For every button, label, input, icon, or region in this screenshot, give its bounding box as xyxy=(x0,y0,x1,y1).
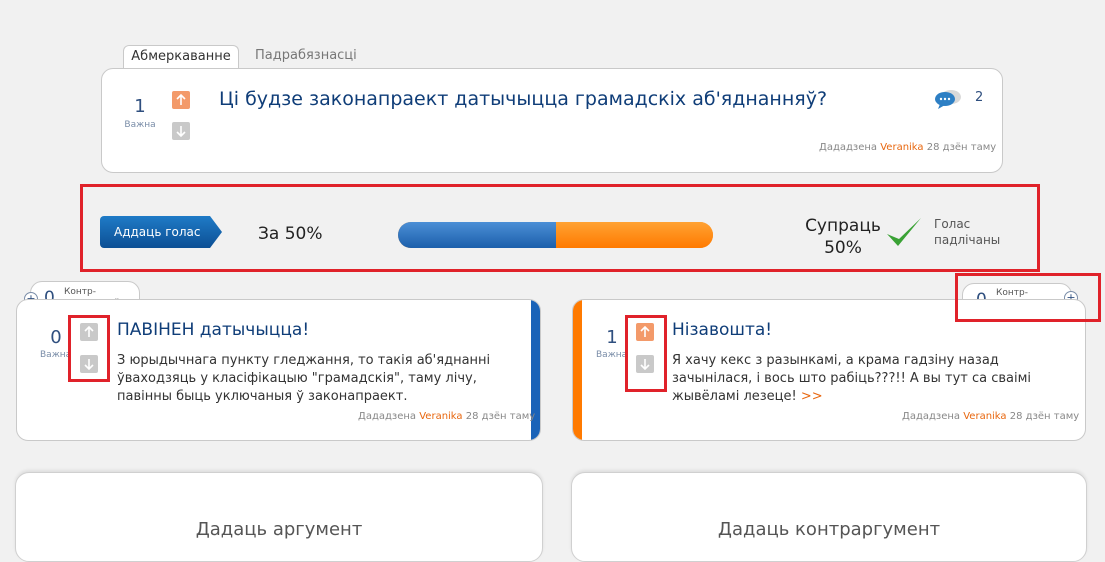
argument-against-text: Я хачу кекс з разынкамі, а крама гадзіну… xyxy=(672,352,1032,406)
argument-for-score-label: Важна xyxy=(40,350,72,360)
argument-for-text: З юрыдычнага пункту гледжання, то такія … xyxy=(117,353,491,404)
question-score: 1 xyxy=(134,96,146,117)
posted-time: 28 дзён таму xyxy=(1009,411,1080,422)
argument-against-score: 1 xyxy=(606,327,618,348)
question-card xyxy=(101,68,1003,173)
argument-against-body: Я хачу кекс з разынкамі, а крама гадзіну… xyxy=(672,353,1032,404)
argument-for-score: 0 xyxy=(50,327,62,348)
add-argument-panel[interactable]: Дадаць аргумент xyxy=(15,472,543,562)
author-link[interactable]: Veranika xyxy=(880,142,923,153)
argument-for-title[interactable]: ПАВІНЕН датычыцца! xyxy=(117,320,309,340)
posted-prefix: Дададзена xyxy=(819,142,878,153)
question-upvote-icon[interactable] xyxy=(172,91,190,109)
author-link[interactable]: Veranika xyxy=(963,411,1006,422)
comments-count[interactable]: 2 xyxy=(975,90,983,105)
argument-against-score-label: Важна xyxy=(596,350,628,360)
posted-time: 28 дзён таму xyxy=(465,411,536,422)
question-title[interactable]: Ці будзе законапраект датычыцца грамадск… xyxy=(219,88,827,110)
argument-for-posted-info: Дададзена Veranika 28 дзён таму xyxy=(358,411,535,422)
question-posted-info: Дададзена Veranika 28 дзён таму xyxy=(819,142,996,153)
against-stripe xyxy=(573,300,582,440)
argument-against-title[interactable]: Нізавошта! xyxy=(672,320,772,340)
tab-details[interactable]: Падрабязнасці xyxy=(249,45,363,69)
highlight-vote-section xyxy=(80,184,1040,272)
argument-against-posted-info: Дададзена Veranika 28 дзён таму xyxy=(902,411,1079,422)
highlight-argument-for-votes xyxy=(68,315,110,382)
question-score-label: Важна xyxy=(124,120,156,130)
add-argument-label[interactable]: Дадаць аргумент xyxy=(16,519,542,540)
posted-prefix: Дададзена xyxy=(358,411,417,422)
posted-time: 28 дзён таму xyxy=(926,142,997,153)
highlight-counterargs-right xyxy=(955,273,1101,322)
author-link[interactable]: Veranika xyxy=(419,411,462,422)
highlight-argument-against-votes xyxy=(625,315,667,392)
comments-icon[interactable] xyxy=(934,88,962,110)
posted-prefix: Дададзена xyxy=(902,411,961,422)
add-counterargument-label[interactable]: Дадаць контраргумент xyxy=(572,519,1086,540)
tab-discussion[interactable]: Абмеркаванне xyxy=(123,45,239,69)
read-more-link[interactable]: >> xyxy=(801,389,823,404)
question-downvote-icon[interactable] xyxy=(172,122,190,140)
add-counterargument-panel[interactable]: Дадаць контраргумент xyxy=(571,472,1087,562)
